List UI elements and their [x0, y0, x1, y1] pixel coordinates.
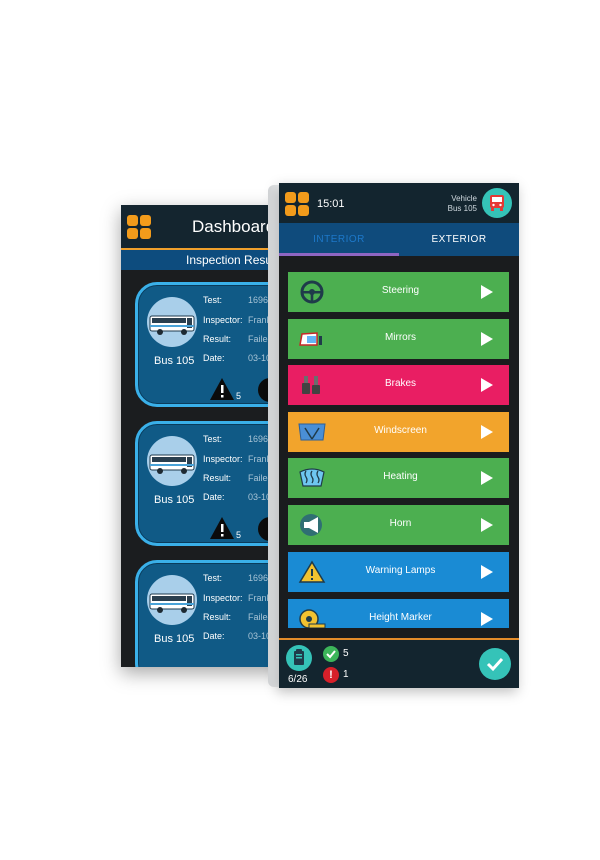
- windscreen-icon: [298, 423, 326, 441]
- result-label: Result:: [203, 612, 232, 622]
- bus-icon: [149, 593, 195, 613]
- inspection-card[interactable]: Bus 105 Test: 169632 Inspector: Frankie Re…: [135, 282, 289, 407]
- brake-pedal-icon: [302, 376, 320, 394]
- vehicle-label: Vehicle: [451, 194, 477, 203]
- date-label: Date:: [203, 631, 225, 641]
- inspection-footer: 6/26 5 ! 1: [279, 640, 519, 688]
- dashboard-header: Dashboard: [121, 205, 289, 248]
- date-label: Date:: [203, 353, 225, 363]
- warning-triangle-icon: [298, 560, 326, 583]
- warning-count: 5: [236, 530, 242, 540]
- inspection-card[interactable]: Bus 105 Test: 169632 Inspector: Frankie Re…: [135, 560, 289, 667]
- error-icon: !: [323, 667, 339, 683]
- item-brakes[interactable]: Brakes: [288, 365, 509, 405]
- vehicle-info: Vehicle Bus 105: [448, 194, 477, 214]
- play-arrow-icon: [481, 565, 493, 579]
- item-label: Steering: [381, 285, 420, 296]
- item-steering[interactable]: Steering: [288, 272, 509, 312]
- play-arrow-icon: [481, 612, 493, 626]
- item-heating[interactable]: Heating: [288, 458, 509, 498]
- inspection-item-list[interactable]: Steering Mirrors Brakes Windscreen Heati…: [279, 256, 519, 628]
- test-label: Test:: [203, 573, 223, 583]
- play-arrow-icon: [481, 332, 493, 346]
- play-arrow-icon: [481, 378, 493, 392]
- menu-grid-icon[interactable]: [285, 192, 309, 216]
- bus-avatar: [147, 575, 197, 625]
- result-label: Result:: [203, 473, 232, 483]
- item-label: Horn: [389, 518, 412, 529]
- dashboard-screen: Dashboard Inspection Results Bus 105 Tes…: [121, 205, 289, 667]
- item-mirrors[interactable]: Mirrors: [288, 319, 509, 359]
- test-label: Test:: [203, 295, 223, 305]
- tab-interior[interactable]: INTERIOR: [279, 223, 399, 256]
- card-bus-name: Bus 105: [154, 494, 195, 506]
- heating-icon: [299, 468, 325, 487]
- clock-time: 15:01: [317, 198, 345, 210]
- inspector-label: Inspector:: [203, 593, 243, 603]
- mirror-icon: [299, 332, 322, 346]
- inspection-card[interactable]: Bus 105 Test: 169632 Inspector: Frankie Re…: [135, 421, 289, 546]
- inspection-tabs: INTERIOR EXTERIOR: [279, 223, 519, 256]
- play-arrow-icon: [481, 518, 493, 532]
- inspection-header: 15:01 Vehicle Bus 105: [279, 183, 519, 223]
- bus-front-icon: [490, 195, 504, 211]
- item-label: Mirrors: [384, 332, 417, 343]
- check-icon: [323, 646, 339, 662]
- warning-icon: [210, 517, 234, 539]
- tab-exterior[interactable]: EXTERIOR: [399, 223, 519, 256]
- tape-measure-icon: [299, 609, 326, 628]
- bus-avatar: [147, 297, 197, 347]
- item-windscreen[interactable]: Windscreen: [288, 412, 509, 452]
- play-arrow-icon: [481, 285, 493, 299]
- warning-icon: [210, 378, 234, 400]
- passed-count: 5: [343, 648, 349, 659]
- item-label: Height Marker: [369, 612, 432, 623]
- dashboard-title: Dashboard: [192, 217, 276, 236]
- progress-count: 6/26: [288, 674, 308, 685]
- item-label: Brakes: [384, 378, 417, 389]
- horn-icon: [300, 514, 322, 536]
- inspection-results-bar: Inspection Results: [121, 250, 289, 270]
- item-label: Warning Lamps: [365, 565, 436, 576]
- item-warning-lamps[interactable]: Warning Lamps: [288, 552, 509, 592]
- bus-icon: [149, 315, 195, 335]
- steering-wheel-icon: [300, 280, 324, 304]
- menu-grid-icon[interactable]: [127, 215, 151, 239]
- item-horn[interactable]: Horn: [288, 505, 509, 545]
- inspection-screen: 15:01 Vehicle Bus 105 INTERIOR EXTERIOR: [279, 183, 519, 688]
- bus-avatar: [147, 436, 197, 486]
- card-bus-name: Bus 105: [154, 633, 195, 645]
- test-label: Test:: [203, 434, 223, 444]
- vehicle-name: Bus 105: [447, 204, 477, 213]
- inspector-label: Inspector:: [203, 315, 243, 325]
- warning-count: 5: [236, 391, 242, 401]
- result-label: Result:: [203, 334, 232, 344]
- card-bus-name: Bus 105: [154, 355, 195, 367]
- item-height-marker[interactable]: Height Marker: [288, 599, 509, 628]
- submit-check-button[interactable]: [479, 648, 511, 680]
- failed-count: 1: [343, 669, 349, 680]
- item-label: Heating: [383, 471, 418, 482]
- bus-icon: [149, 454, 195, 474]
- play-arrow-icon: [481, 425, 493, 439]
- date-label: Date:: [203, 492, 225, 502]
- item-label: Windscreen: [374, 425, 427, 436]
- clipboard-icon[interactable]: [286, 645, 312, 671]
- vehicle-avatar[interactable]: [482, 188, 512, 218]
- play-arrow-icon: [481, 471, 493, 485]
- inspector-label: Inspector:: [203, 454, 243, 464]
